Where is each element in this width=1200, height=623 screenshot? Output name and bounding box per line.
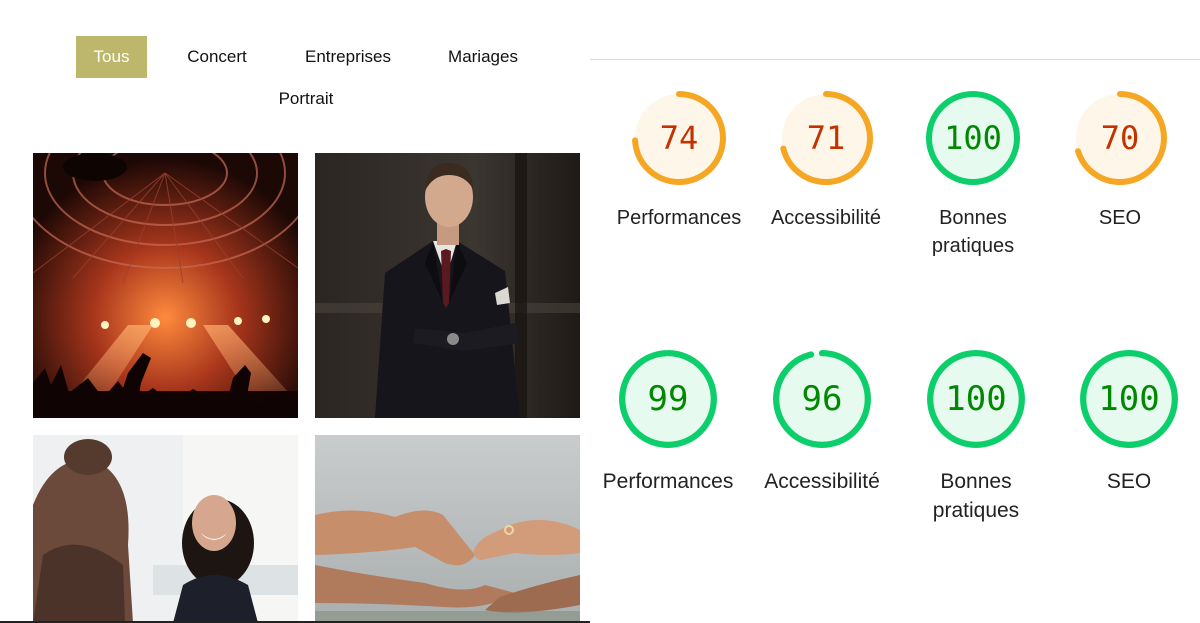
score-gauge[interactable]: 99	[618, 349, 718, 449]
score-gauge[interactable]: 74	[631, 90, 727, 186]
category-label: Accessibilité	[770, 207, 882, 229]
filter-portrait-button[interactable]: Portrait	[267, 78, 345, 120]
filter-all-button[interactable]: Tous	[76, 36, 147, 78]
score-gauge[interactable]: 100	[926, 349, 1026, 449]
photo-concert[interactable]	[33, 153, 298, 418]
score-value: 99	[647, 379, 689, 419]
score-gauge[interactable]: 100	[925, 90, 1021, 186]
score-gauge[interactable]: 100	[1079, 349, 1179, 449]
score-value: 71	[806, 119, 846, 157]
photo-portrait-man[interactable]	[315, 153, 580, 418]
category-label: Performances	[616, 207, 742, 229]
category-label: SEO	[1098, 207, 1142, 229]
category-label: Performances	[602, 470, 734, 493]
score-value: 96	[801, 379, 843, 419]
photo-business-woman[interactable]	[33, 435, 298, 623]
filter-weddings-button[interactable]: Mariages	[437, 36, 529, 78]
category-label: Bonnes pratiques	[932, 470, 1020, 523]
score-value: 100	[1098, 379, 1160, 419]
filter-concert-button[interactable]: Concert	[176, 36, 258, 78]
photo-wedding-hands[interactable]	[315, 435, 580, 623]
filter-business-button[interactable]: Entreprises	[292, 36, 404, 78]
score-gauge[interactable]: 70	[1072, 90, 1168, 186]
portfolio-panel: Tous Concert Entreprises Mariages Portra…	[0, 0, 615, 623]
score-value: 74	[659, 119, 699, 157]
score-gauge[interactable]: 96	[772, 349, 872, 449]
score-value: 100	[944, 119, 1002, 157]
category-label: SEO	[1106, 470, 1152, 493]
category-label: Accessibilité	[764, 470, 880, 493]
score-gauge[interactable]: 71	[778, 90, 874, 186]
category-label: Bonnes pratiques	[931, 207, 1015, 257]
lighthouse-report-panel: 74 Performances 71 Accessibilité 100 Bon…	[590, 0, 1200, 623]
score-value: 100	[945, 379, 1007, 419]
divider	[590, 59, 1200, 60]
score-value: 70	[1100, 119, 1140, 157]
